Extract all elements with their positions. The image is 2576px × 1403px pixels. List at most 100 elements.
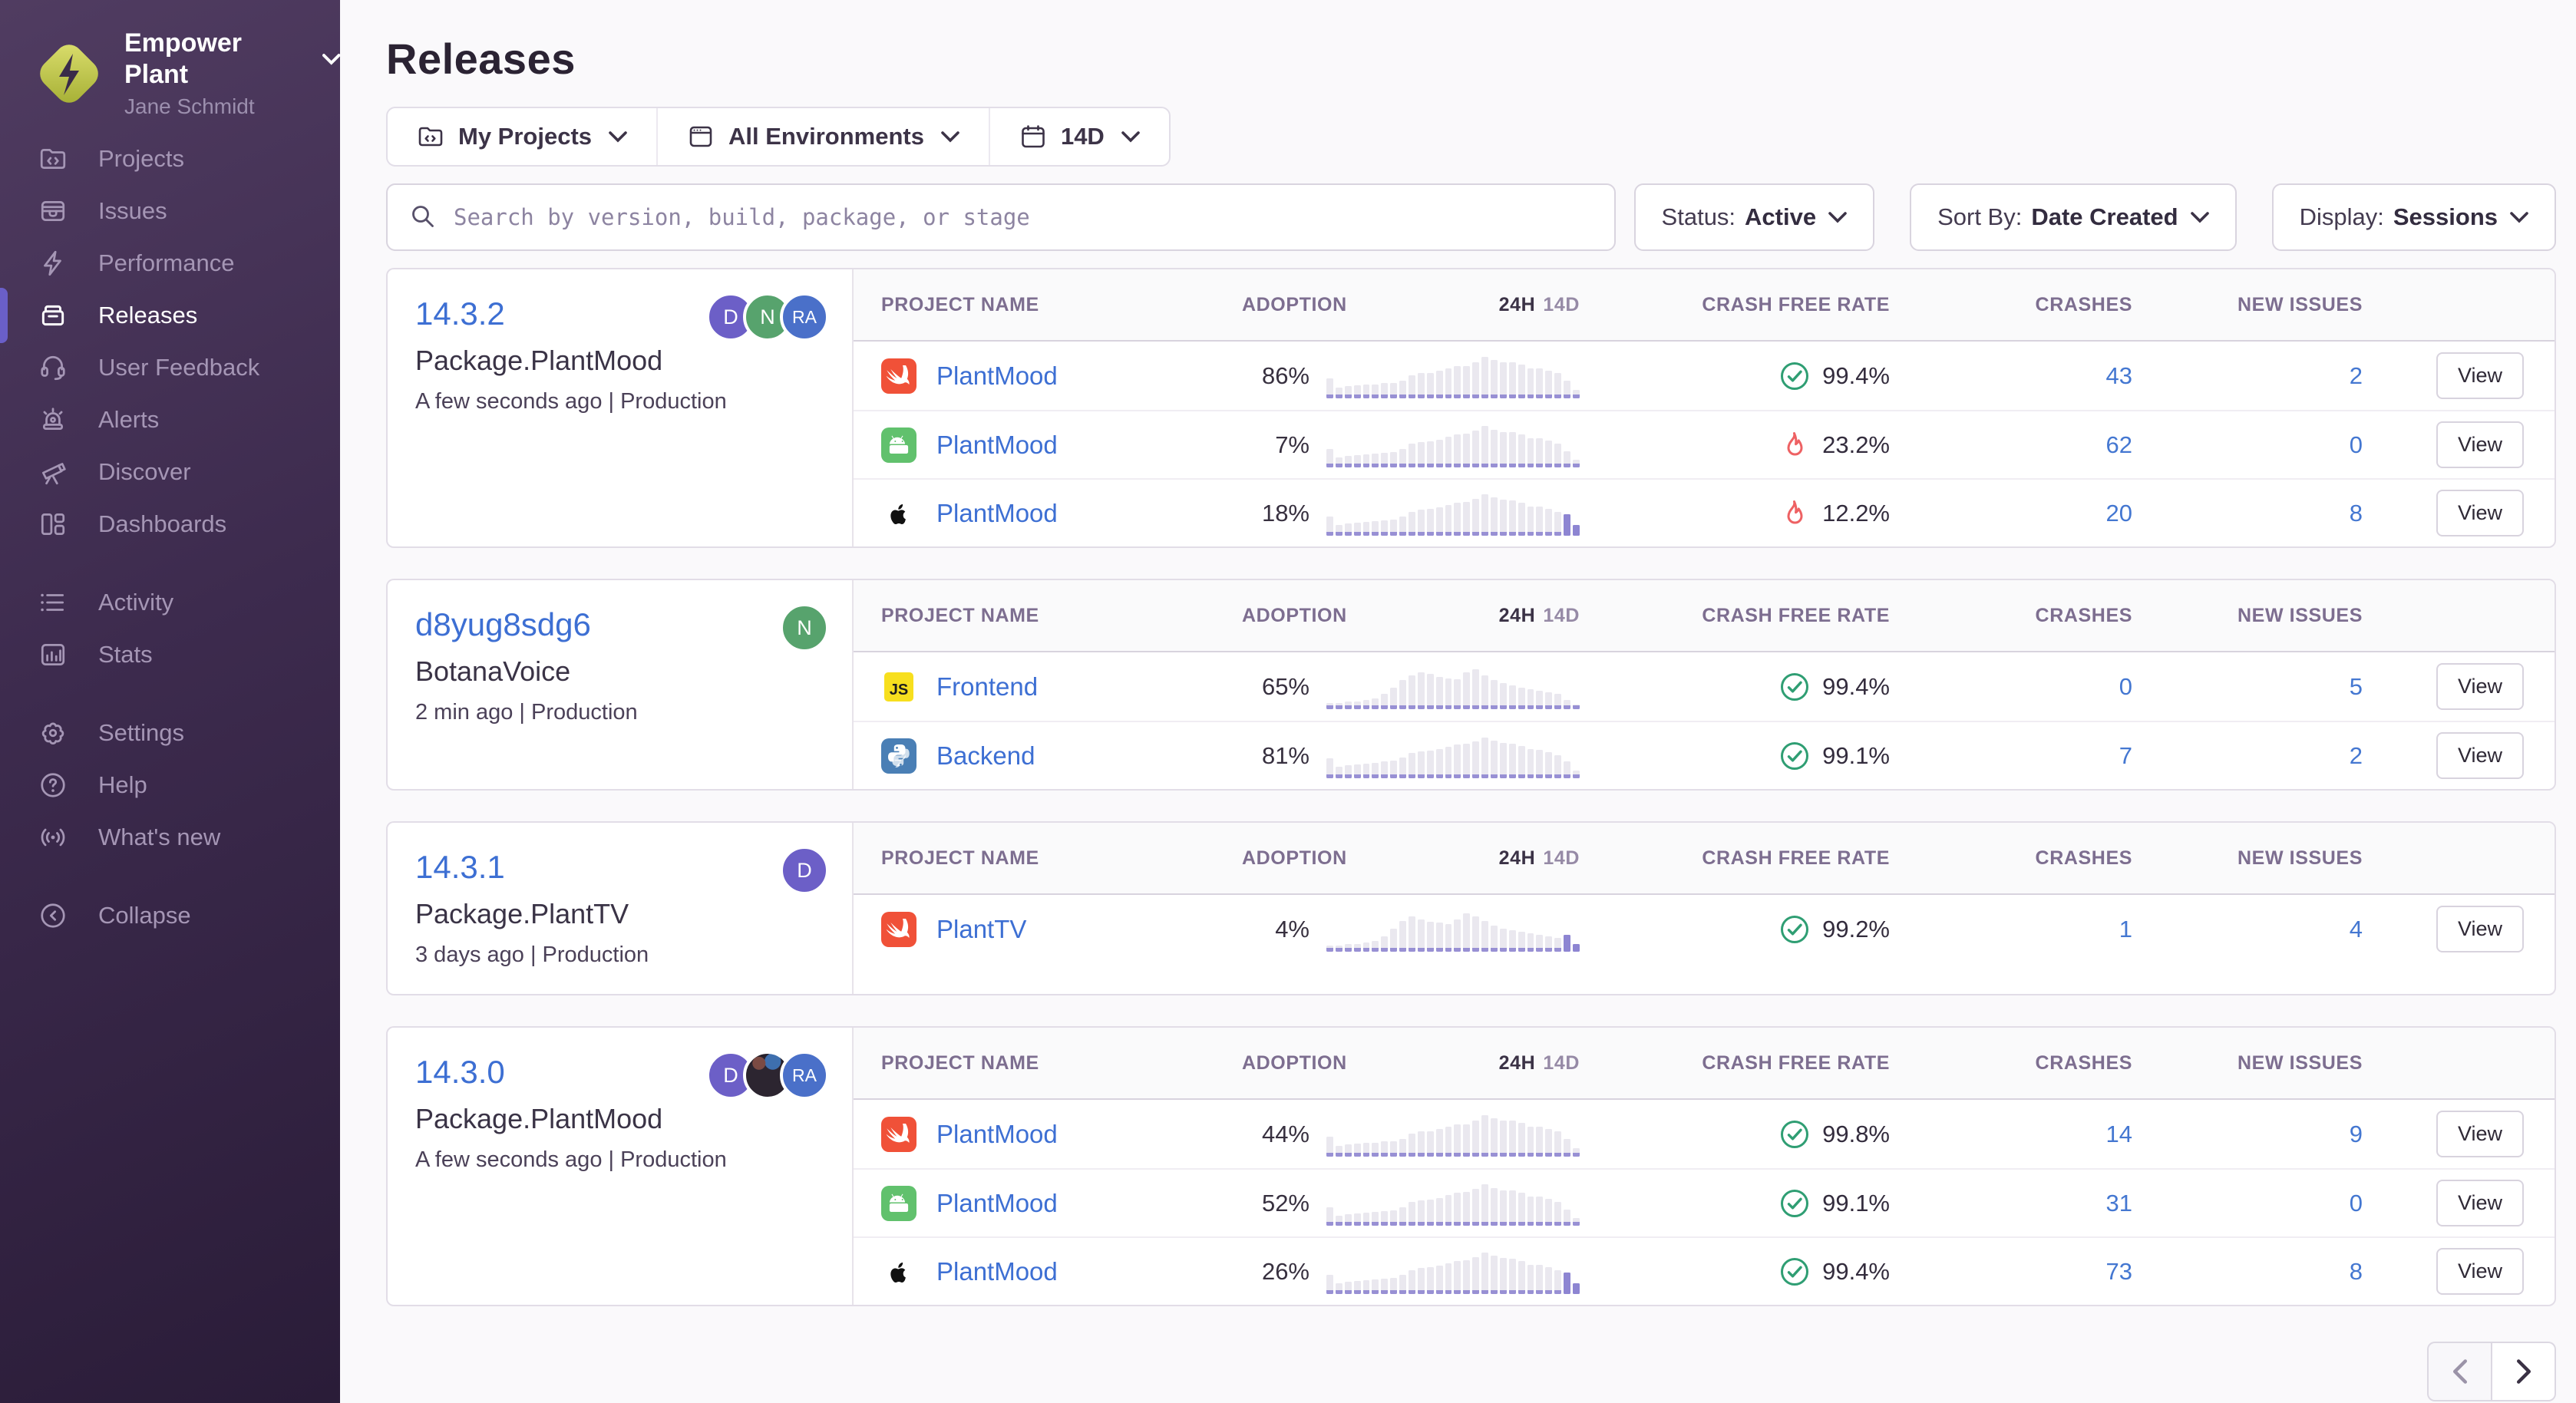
adoption-sparkline[interactable] [1326,734,1580,778]
project-link[interactable]: PlantMood [936,1257,1058,1286]
sort-by-dropdown[interactable]: Sort By: Date Created [1910,183,2237,251]
adoption-sparkline[interactable] [1326,1181,1580,1226]
release-version-link[interactable]: 14.3.2 [415,295,505,332]
project-link[interactable]: PlantMood [936,1189,1058,1218]
view-button[interactable]: View [2436,490,2524,536]
view-button[interactable]: View [2436,1248,2524,1295]
project-link[interactable]: PlantMood [936,499,1058,528]
sidebar-item-dashboards[interactable]: Dashboards [0,498,340,550]
sidebar-item-stats[interactable]: Stats [0,629,340,681]
crash-free-bad-icon [1779,430,1810,461]
sidebar-item-activity[interactable]: Activity [0,576,340,629]
crashes-link[interactable]: 73 [2106,1258,2132,1285]
col-24h[interactable]: 24H [1499,294,1536,315]
release-version-link[interactable]: 14.3.0 [415,1054,505,1091]
sidebar-item-releases[interactable]: Releases [0,289,340,342]
release-meta: A few seconds ago | Production [415,1147,824,1173]
sidebar-item-user-feedback[interactable]: User Feedback [0,342,340,394]
project-link[interactable]: PlantMood [936,361,1058,391]
crash-free-ok-icon [1779,672,1810,702]
date-range-filter[interactable]: 14D [989,108,1169,165]
crashes-link[interactable]: 7 [2119,742,2132,769]
chevron-down-icon [322,53,340,65]
sidebar-item-settings[interactable]: Settings [0,707,340,759]
view-button[interactable]: View [2436,906,2524,952]
project-link[interactable]: PlantMood [936,1120,1058,1149]
adoption-sparkline[interactable] [1326,354,1580,398]
view-button[interactable]: View [2436,663,2524,710]
display-dropdown[interactable]: Display: Sessions [2272,183,2556,251]
view-button[interactable]: View [2436,1180,2524,1226]
col-crash-free-rate: Crash Free Rate [1580,605,1902,627]
status-dropdown[interactable]: Status: Active [1634,183,1875,251]
sidebar-item-alerts[interactable]: Alerts [0,394,340,446]
col-24h[interactable]: 24H [1499,847,1536,869]
adoption-sparkline[interactable] [1326,665,1580,709]
crashes-link[interactable]: 43 [2106,362,2132,389]
releases-icon [38,301,68,330]
crashes-link[interactable]: 20 [2106,500,2132,527]
project-link[interactable]: PlantTV [936,915,1026,944]
col-14d[interactable]: 14D [1543,1052,1580,1074]
adoption-value: 18% [1242,500,1309,527]
release-list: 14.3.2 Package.PlantMood A few seconds a… [386,268,2556,1306]
svg-text:JS: JS [890,682,908,698]
col-adoption: Adoption [1242,294,1347,316]
col-24h[interactable]: 24H [1499,1052,1536,1074]
view-button[interactable]: View [2436,1111,2524,1157]
swift-icon [881,1117,916,1152]
project-link[interactable]: PlantMood [936,431,1058,460]
new-issues-link[interactable]: 0 [2350,1190,2363,1216]
project-link[interactable]: Backend [936,741,1035,771]
new-issues-link[interactable]: 5 [2350,673,2363,700]
sidebar-item-help[interactable]: Help [0,759,340,811]
project-link[interactable]: Frontend [936,672,1038,702]
crash-free-value: 23.2% [1822,431,1890,459]
crashes-link[interactable]: 62 [2106,431,2132,458]
crash-free-ok-icon [1779,1119,1810,1150]
col-24h[interactable]: 24H [1499,605,1536,626]
release-version-link[interactable]: d8yug8sdg6 [415,606,591,643]
col-14d[interactable]: 14D [1543,847,1580,869]
new-issues-link[interactable]: 2 [2350,362,2363,389]
sidebar-collapse-button[interactable]: Collapse [0,890,340,942]
adoption-sparkline[interactable] [1326,907,1580,952]
release-version-link[interactable]: 14.3.1 [415,849,505,886]
crashes-link[interactable]: 31 [2106,1190,2132,1216]
new-issues-link[interactable]: 4 [2350,916,2363,942]
adoption-sparkline[interactable] [1326,423,1580,467]
new-issues-link[interactable]: 2 [2350,742,2363,769]
new-issues-link[interactable]: 8 [2350,500,2363,527]
previous-page-button[interactable] [2427,1342,2492,1401]
adoption-sparkline[interactable] [1326,1249,1580,1294]
release-project-table: Project Name Adoption 24H14D Crash Free … [854,580,2555,789]
adoption-sparkline[interactable] [1326,491,1580,536]
col-14d[interactable]: 14D [1543,605,1580,626]
adoption-sparkline[interactable] [1326,1112,1580,1157]
environments-filter[interactable]: All Environments [656,108,989,165]
sidebar-item-performance[interactable]: Performance [0,237,340,289]
sidebar-item-whats-new[interactable]: What's new [0,811,340,863]
new-issues-link[interactable]: 0 [2350,431,2363,458]
new-issues-link[interactable]: 9 [2350,1121,2363,1147]
crashes-link[interactable]: 0 [2119,673,2132,700]
col-14d[interactable]: 14D [1543,294,1580,315]
sidebar-item-issues[interactable]: Issues [0,185,340,237]
chevron-down-icon [941,130,959,143]
search-input[interactable] [454,204,1593,230]
col-crashes: Crashes [1902,605,2132,627]
table-row: JS PlantMood 18% 12.2% 20 8 View [854,478,2555,546]
table-row: JS PlantTV 4% 99.2% 1 4 View [854,895,2555,963]
projects-filter[interactable]: My Projects [388,108,656,165]
view-button[interactable]: View [2436,352,2524,399]
view-button[interactable]: View [2436,732,2524,779]
stats-icon [38,640,68,669]
view-button[interactable]: View [2436,421,2524,468]
sidebar-item-discover[interactable]: Discover [0,446,340,498]
sidebar-item-projects[interactable]: Projects [0,133,340,185]
crashes-link[interactable]: 14 [2106,1121,2132,1147]
next-page-button[interactable] [2492,1342,2556,1401]
new-issues-link[interactable]: 8 [2350,1258,2363,1285]
crashes-link[interactable]: 1 [2119,916,2132,942]
org-switcher[interactable]: Empower Plant Jane Schmidt [0,28,340,119]
